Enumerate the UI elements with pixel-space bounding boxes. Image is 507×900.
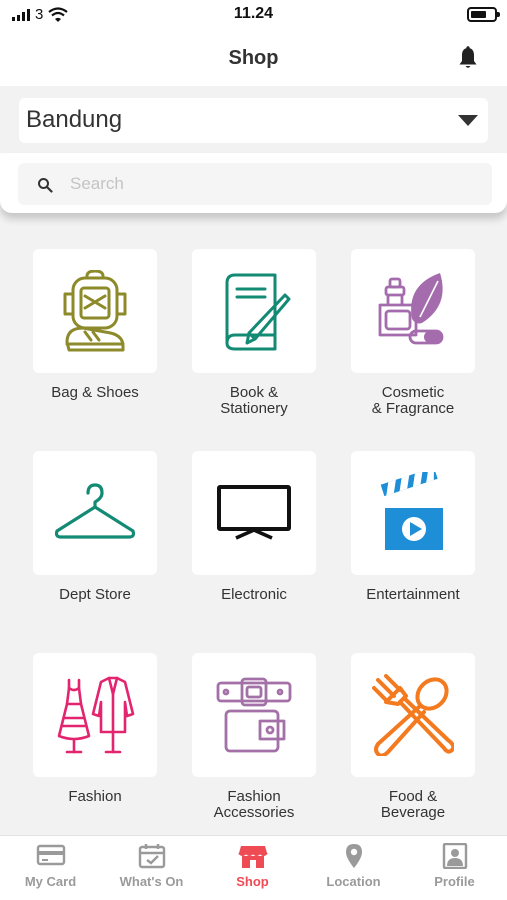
category-label: Dept Store xyxy=(59,586,131,603)
category-label: Book & Stationery xyxy=(220,384,288,417)
card-icon xyxy=(36,844,66,866)
book-pencil-icon xyxy=(225,273,291,351)
bell-icon[interactable] xyxy=(457,46,479,70)
backpack-shoe-icon xyxy=(63,270,127,352)
category-tile[interactable] xyxy=(351,249,475,373)
category-tile[interactable] xyxy=(33,451,157,575)
battery-nub xyxy=(497,12,500,17)
city-dropdown-value: Bandung xyxy=(26,106,123,133)
fork-spoon-icon xyxy=(372,674,454,756)
category-label: Electronic xyxy=(221,586,287,603)
tab-my-card[interactable]: My Card xyxy=(0,836,101,900)
category-tile[interactable] xyxy=(351,653,475,777)
category-label: Entertainment xyxy=(366,586,460,603)
caret-down-icon xyxy=(458,115,478,126)
category-tile[interactable] xyxy=(351,451,475,575)
profile-icon xyxy=(442,843,468,869)
tab-profile[interactable]: Profile xyxy=(404,836,505,900)
search-icon xyxy=(38,178,53,193)
category-label: Food & Beverage xyxy=(380,788,446,821)
header: Shop xyxy=(0,30,507,86)
tab-label: What's On xyxy=(119,874,184,889)
tab-location[interactable]: Location xyxy=(303,836,404,900)
tv-icon xyxy=(217,485,291,540)
search-box[interactable] xyxy=(18,163,492,205)
category-tile[interactable] xyxy=(33,653,157,777)
search-input[interactable] xyxy=(70,171,470,197)
clapperboard-icon xyxy=(380,472,443,550)
tab-whats-on[interactable]: What's On xyxy=(101,836,202,900)
category-tile[interactable] xyxy=(192,249,316,373)
bottom-tab-bar: My Card What's On Shop Location Profile xyxy=(0,835,507,900)
category-tile[interactable] xyxy=(33,249,157,373)
perfume-leaf-icon xyxy=(378,273,444,345)
tab-label: Shop xyxy=(236,874,269,889)
category-tile[interactable] xyxy=(192,451,316,575)
hanger-icon xyxy=(54,483,136,539)
calendar-check-icon xyxy=(138,844,166,869)
store-icon xyxy=(238,846,268,868)
belt-wallet-icon xyxy=(216,677,292,753)
battery-level xyxy=(471,11,486,18)
tab-shop[interactable]: Shop xyxy=(202,836,303,900)
page-title: Shop xyxy=(228,47,279,69)
status-bar: 3 11.24 xyxy=(0,0,507,30)
category-label: Bag & Shoes xyxy=(51,384,139,401)
category-grid: Bag & Shoes Book & Stationery Cosmetic &… xyxy=(0,220,507,835)
category-label: Fashion Accessories xyxy=(213,788,295,821)
dress-jacket-icon xyxy=(57,676,135,754)
location-pin-icon xyxy=(346,844,362,868)
battery-icon xyxy=(467,7,500,22)
category-tile[interactable] xyxy=(192,653,316,777)
tab-label: Location xyxy=(326,874,381,889)
category-label: Fashion xyxy=(68,788,122,805)
category-label: Cosmetic & Fragrance xyxy=(371,384,455,417)
tab-label: Profile xyxy=(434,874,475,889)
search-panel xyxy=(0,153,507,213)
city-dropdown[interactable]: Bandung xyxy=(19,98,488,143)
status-time: 11.24 xyxy=(233,5,274,22)
tab-label: My Card xyxy=(24,874,77,889)
